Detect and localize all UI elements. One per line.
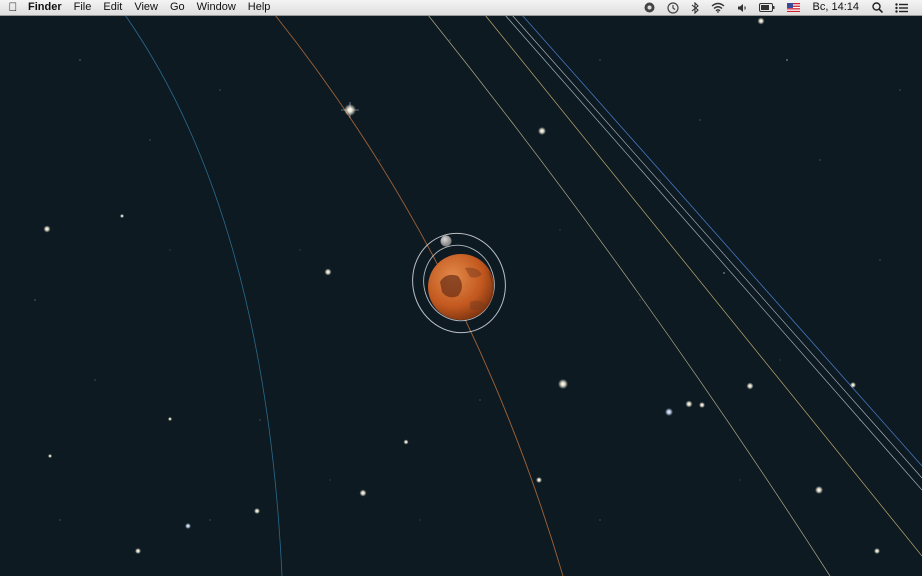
wifi-icon[interactable] bbox=[705, 2, 731, 13]
menu-edit[interactable]: Edit bbox=[97, 0, 128, 15]
space-scene[interactable] bbox=[0, 0, 922, 576]
menu-finder[interactable]: Finder bbox=[26, 0, 68, 15]
menu-window[interactable]: Window bbox=[191, 0, 242, 15]
notification-center-icon[interactable] bbox=[889, 2, 914, 13]
bluetooth-icon[interactable] bbox=[685, 1, 705, 14]
menu-go[interactable]: Go bbox=[164, 0, 191, 15]
us-flag-icon[interactable] bbox=[781, 3, 806, 12]
volume-icon[interactable] bbox=[731, 3, 753, 13]
time-machine-icon[interactable] bbox=[661, 1, 685, 14]
phobos-moon[interactable] bbox=[440, 235, 452, 247]
menu-file[interactable]: File bbox=[68, 0, 98, 15]
menu-view[interactable]: View bbox=[128, 0, 164, 15]
clock[interactable]: Вс, 14:14 bbox=[806, 0, 866, 15]
menu-bar:  Finder File Edit View Go Window Help В… bbox=[0, 0, 922, 16]
spotlight-search-icon[interactable] bbox=[866, 2, 889, 13]
record-icon[interactable] bbox=[638, 2, 661, 13]
battery-icon[interactable] bbox=[753, 3, 781, 12]
apple-logo-icon[interactable]:  bbox=[0, 0, 26, 15]
menu-help[interactable]: Help bbox=[242, 0, 277, 15]
